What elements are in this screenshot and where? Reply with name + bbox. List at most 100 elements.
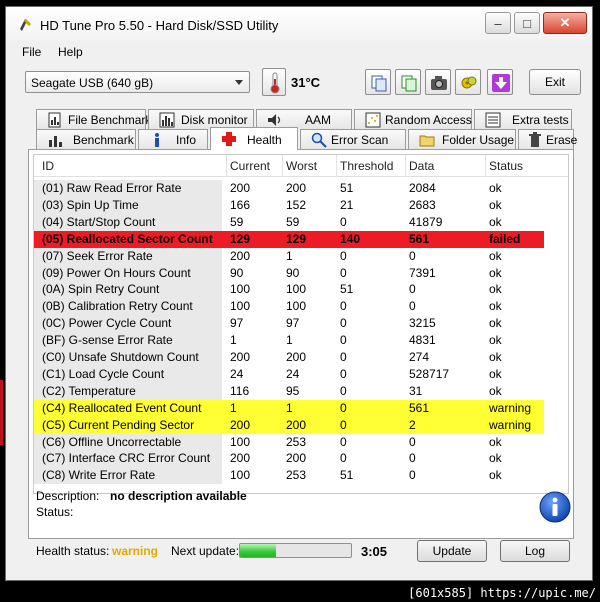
close-button[interactable]: ✕: [543, 12, 587, 34]
cell-data: 0: [409, 282, 416, 297]
tab-error-scan[interactable]: Error Scan: [300, 129, 406, 149]
window-title: HD Tune Pro 5.50 - Hard Disk/SSD Utility: [40, 18, 279, 33]
exit-button[interactable]: Exit: [529, 69, 581, 95]
table-row[interactable]: (BF) G-sense Error Rate 1 1 0 4831 ok: [34, 332, 568, 350]
table-row[interactable]: (0C) Power Cycle Count 97 97 0 3215 ok: [34, 315, 568, 333]
tab-disk-monitor[interactable]: Disk monitor: [148, 109, 254, 129]
column-separator: [282, 155, 283, 177]
cell-status: ok: [489, 316, 502, 331]
cell-worst: 200: [286, 417, 307, 432]
copy-all-icon: [401, 75, 417, 92]
tab-label: Error Scan: [331, 133, 389, 147]
column-header-threshold[interactable]: Threshold: [340, 159, 393, 173]
tab-random-access[interactable]: Random Access: [354, 109, 472, 129]
cell-worst: 97: [286, 316, 300, 331]
cell-threshold: 0: [340, 400, 347, 415]
options-button[interactable]: [455, 69, 481, 95]
cell-data: 0: [409, 468, 416, 483]
cell-worst: 1: [286, 248, 293, 263]
cell-status: ok: [489, 468, 502, 483]
table-row[interactable]: (0A) Spin Retry Count 100 100 51 0 ok: [34, 281, 568, 299]
cell-id: (C0) Unsafe Shutdown Count: [42, 350, 199, 364]
table-row[interactable]: (07) Seek Error Rate 200 1 0 0 ok: [34, 247, 568, 265]
table-row[interactable]: (09) Power On Hours Count 90 90 0 7391 ok: [34, 264, 568, 282]
table-row[interactable]: (04) Start/Stop Count 59 59 0 41879 ok: [34, 213, 568, 231]
cell-status: ok: [489, 451, 502, 466]
table-row[interactable]: (C0) Unsafe Shutdown Count 200 200 0 274 ok: [34, 349, 568, 366]
column-header-data[interactable]: Data: [409, 159, 434, 173]
maximize-button[interactable]: □: [514, 12, 540, 34]
cell-id: (09) Power On Hours Count: [42, 265, 191, 280]
toolbar: Seagate USB (640 gB) 31°C Exit: [6, 63, 592, 107]
smart-table[interactable]: ID Current Worst Threshold Data Status (…: [33, 154, 569, 494]
menu-help[interactable]: Help: [58, 45, 83, 59]
table-row[interactable]: (03) Spin Up Time 166 152 21 2683 ok: [34, 196, 568, 214]
temperature-button[interactable]: [262, 68, 286, 96]
app-icon: [20, 19, 31, 31]
cell-threshold: 140: [340, 231, 361, 246]
table-row[interactable]: (C5) Current Pending Sector 200 200 0 2 warni…: [34, 416, 568, 434]
cell-id: (03) Spin Up Time: [42, 197, 139, 212]
screenshot-button[interactable]: [425, 69, 451, 95]
minimize-button[interactable]: –: [485, 12, 511, 34]
column-header-id[interactable]: ID: [42, 159, 54, 173]
table-row[interactable]: (01) Raw Read Error Rate 200 200 51 2084 ok: [34, 180, 568, 197]
cell-id: (07) Seek Error Rate: [42, 248, 153, 263]
cell-current: 200: [230, 350, 251, 364]
column-header-status[interactable]: Status: [489, 159, 523, 173]
table-row[interactable]: (C6) Offline Uncorrectable 100 253 0 0 ok: [34, 433, 568, 451]
table-row[interactable]: (C4) Reallocated Event Count 1 1 0 561 warnin…: [34, 399, 568, 417]
cell-data: 7391: [409, 265, 436, 280]
table-row[interactable]: (0B) Calibration Retry Count 100 100 0 0 ok: [34, 298, 568, 316]
cell-data: 41879: [409, 214, 443, 229]
cell-data: 0: [409, 299, 416, 314]
cell-data: 0: [409, 451, 416, 466]
cell-worst: 100: [286, 282, 307, 297]
description-value: no description available: [110, 489, 247, 503]
cell-current: 100: [230, 434, 251, 449]
drive-select[interactable]: Seagate USB (640 gB): [25, 71, 250, 93]
tab-file-benchmark[interactable]: File Benchmark: [36, 109, 151, 129]
tab-extra-tests[interactable]: Extra tests: [474, 109, 572, 129]
log-button[interactable]: Log: [500, 540, 570, 562]
cell-data: 3215: [409, 316, 436, 331]
table-row[interactable]: (C7) Interface CRC Error Count 200 200 0 0 ok: [34, 450, 568, 468]
tab-folder-usage[interactable]: Folder Usage: [408, 129, 516, 149]
cell-worst: 59: [286, 214, 300, 229]
update-button[interactable]: Update: [417, 540, 487, 562]
tab-health[interactable]: Health: [210, 127, 298, 150]
next-update-progress: [239, 543, 352, 558]
cell-status: warning: [489, 400, 532, 415]
cell-threshold: 0: [340, 333, 347, 348]
tab-aam[interactable]: AAM: [256, 109, 352, 129]
cell-current: 90: [230, 265, 244, 280]
table-row[interactable]: (05) Reallocated Sector Count 129 129 140 56…: [34, 230, 568, 248]
table-row[interactable]: (C2) Temperature 116 95 0 31 ok: [34, 382, 568, 400]
cell-data: 31: [409, 383, 423, 398]
column-header-current[interactable]: Current: [230, 159, 270, 173]
cell-id: (C1) Load Cycle Count: [42, 366, 165, 381]
table-row[interactable]: (C1) Load Cycle Count 24 24 0 528717 ok: [34, 365, 568, 383]
thermometer-icon: [270, 72, 280, 94]
table-row[interactable]: (C8) Write Error Rate 100 253 51 0 ok: [34, 467, 568, 485]
copy-text-button[interactable]: [365, 69, 391, 95]
cell-worst: 1: [286, 333, 293, 348]
cell-status: ok: [489, 197, 502, 212]
cell-current: 1: [230, 400, 237, 415]
menu-file[interactable]: File: [22, 45, 41, 59]
health-status-label: Health status:: [36, 544, 110, 558]
tab-erase[interactable]: Erase: [518, 129, 577, 149]
cell-worst: 100: [286, 299, 307, 314]
background-edge: [0, 380, 3, 445]
cell-threshold: 51: [340, 282, 354, 297]
copy-screenshot-button[interactable]: [395, 69, 421, 95]
menu-bar: File Help: [6, 43, 592, 61]
maximize-icon: □: [523, 15, 531, 31]
cell-id: (0C) Power Cycle Count: [42, 316, 172, 331]
cell-status: ok: [489, 333, 502, 348]
cell-id: (C6) Offline Uncorrectable: [42, 434, 182, 449]
save-button[interactable]: [487, 69, 513, 95]
column-header-worst[interactable]: Worst: [286, 159, 317, 173]
tab-info[interactable]: Info: [138, 129, 208, 149]
tab-benchmark[interactable]: Benchmark: [36, 129, 136, 149]
